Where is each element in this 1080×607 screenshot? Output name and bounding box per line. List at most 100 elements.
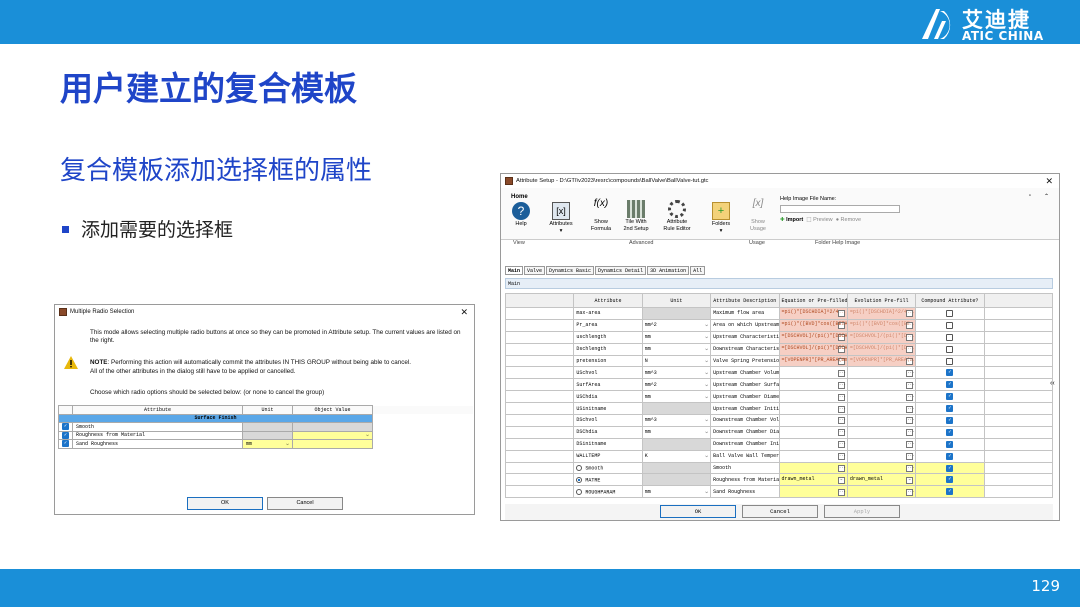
- minimize-icon[interactable]: ▫: [1029, 193, 1031, 199]
- row-equation[interactable]: ...: [778, 402, 848, 416]
- checkbox[interactable]: ✓: [58, 439, 73, 449]
- cancel-button[interactable]: Cancel: [742, 505, 818, 518]
- row-unit[interactable]: K ⌵: [641, 449, 712, 463]
- ellipsis-button[interactable]: ...: [837, 441, 846, 449]
- row-equation[interactable]: ...=[DSCHVOL]/(pi()*[DSCHDIA: [778, 342, 848, 356]
- compound-checkbox[interactable]: ✓: [946, 488, 954, 496]
- ok-button[interactable]: OK: [187, 497, 263, 510]
- row-unit[interactable]: mm^2 ⌵: [641, 318, 712, 332]
- row-attribute[interactable]: USchvol: [573, 366, 643, 380]
- compound-checkbox[interactable]: [946, 357, 954, 365]
- ellipsis-button[interactable]: ...: [837, 488, 846, 496]
- ellipsis-button[interactable]: ...: [906, 417, 914, 425]
- compound-checkbox[interactable]: ✓: [946, 464, 954, 472]
- tab-dynamics-basic[interactable]: Dynamics Basic: [546, 266, 595, 275]
- checkbox[interactable]: ✓: [58, 430, 73, 440]
- row-compound[interactable]: [915, 354, 985, 368]
- row-evolution[interactable]: ... =pi()*[DSCHDIA]^2/4: [846, 307, 917, 320]
- ellipsis-button[interactable]: ...: [837, 465, 846, 473]
- row-evolution[interactable]: ⌵ drawn_metal: [846, 473, 917, 487]
- ellipsis-button[interactable]: ...: [837, 453, 846, 461]
- close-icon[interactable]: ✕: [1045, 174, 1053, 188]
- row-evolution[interactable]: ...: [846, 449, 917, 463]
- row-compound[interactable]: ✓: [915, 414, 985, 427]
- rule-editor-button[interactable]: Attribute Rule Editor: [657, 200, 697, 233]
- row-unit[interactable]: mm ⌵: [641, 342, 712, 356]
- compound-checkbox[interactable]: [946, 321, 954, 329]
- row-attribute[interactable]: USinitname: [573, 402, 643, 416]
- row-attribute[interactable]: pretension: [573, 354, 643, 368]
- row-compound[interactable]: ✓: [915, 390, 985, 404]
- row-attribute[interactable]: DSinitname: [573, 437, 643, 451]
- remove-button[interactable]: Remove: [841, 217, 861, 223]
- row-equation[interactable]: ...: [778, 461, 848, 475]
- import-button[interactable]: Import: [786, 217, 803, 223]
- row-compound[interactable]: ✓: [915, 378, 985, 392]
- row-attribute[interactable]: ROUGHPARAM: [573, 485, 643, 499]
- row-evolution[interactable]: ...: [846, 437, 917, 451]
- ellipsis-button[interactable]: ...: [906, 334, 914, 342]
- row-compound[interactable]: ✓: [915, 485, 985, 499]
- tab-main[interactable]: Main: [505, 266, 524, 275]
- show-usage-button[interactable]: [x] Show Usage: [745, 199, 771, 233]
- row-evolution[interactable]: ...: [846, 414, 917, 427]
- row-equation[interactable]: ...: [778, 485, 848, 499]
- row-attribute[interactable]: USChdia: [573, 390, 643, 404]
- row-evolution[interactable]: ...: [846, 425, 917, 439]
- row-value[interactable]: [292, 439, 373, 449]
- row-evolution[interactable]: ...: [846, 402, 917, 416]
- ellipsis-button[interactable]: ...: [906, 488, 914, 496]
- row-equation[interactable]: ...=[VOPENPR]*[PR_AREA(mm^2)]/10: [778, 354, 848, 368]
- compound-checkbox[interactable]: ✓: [946, 416, 954, 424]
- row-equation[interactable]: ...: [778, 425, 848, 439]
- row-unit[interactable]: mm ⌵: [641, 425, 712, 439]
- row-attribute[interactable]: WALLTEMP: [573, 449, 643, 463]
- row-unit[interactable]: mm ⌵: [641, 330, 712, 344]
- collapse-ribbon-icon[interactable]: ⌃: [1044, 193, 1049, 200]
- compound-checkbox[interactable]: [946, 345, 954, 353]
- cancel-button[interactable]: Cancel: [267, 497, 343, 510]
- row-evolution[interactable]: ... =[VOPENPR]*[PR_AREA(m: [846, 354, 917, 368]
- row-evolution[interactable]: ...: [846, 378, 917, 392]
- tab-valve[interactable]: Valve: [524, 266, 546, 275]
- row-compound[interactable]: ✓: [915, 449, 985, 463]
- row-compound[interactable]: ✓: [915, 437, 985, 451]
- row-unit[interactable]: N ⌵: [641, 354, 712, 368]
- compound-checkbox[interactable]: [946, 333, 954, 341]
- row-equation[interactable]: ...: [778, 449, 848, 463]
- collapse-panel-icon[interactable]: ‹‹: [1050, 380, 1055, 387]
- close-icon[interactable]: ✕: [460, 305, 468, 319]
- folders-button[interactable]: + Folders ▾: [707, 202, 735, 235]
- compound-checkbox[interactable]: ✓: [946, 428, 954, 436]
- row-equation[interactable]: ⌵ drawn_metal: [778, 473, 848, 487]
- row-attribute[interactable]: SurfArea: [573, 378, 643, 392]
- ellipsis-button[interactable]: ...: [837, 429, 846, 437]
- row-equation[interactable]: ...=pi()*([BVD]*cos([BETA]))^: [778, 318, 848, 332]
- ellipsis-button[interactable]: ...: [906, 381, 914, 389]
- row-attribute[interactable]: Dschlength: [573, 342, 643, 356]
- chevron-down-icon[interactable]: ⌵: [906, 476, 914, 484]
- ellipsis-button[interactable]: ...: [906, 405, 914, 413]
- row-evolution[interactable]: ...: [846, 485, 917, 499]
- row-unit[interactable]: mm ⌵: [641, 390, 712, 404]
- compound-checkbox[interactable]: ✓: [946, 405, 954, 413]
- row-attribute[interactable]: DSChdia: [573, 425, 643, 439]
- tab-home[interactable]: Home: [511, 194, 528, 200]
- ellipsis-button[interactable]: ...: [837, 369, 846, 377]
- apply-button[interactable]: Apply: [824, 505, 900, 518]
- ellipsis-button[interactable]: ...: [906, 346, 914, 354]
- row-attribute[interactable]: DSchvol: [573, 414, 643, 427]
- ellipsis-button[interactable]: ...: [837, 405, 846, 413]
- preview-button[interactable]: Preview: [813, 217, 833, 223]
- row-compound[interactable]: ✓: [915, 402, 985, 416]
- row-evolution[interactable]: ...: [846, 390, 917, 404]
- ellipsis-button[interactable]: ...: [906, 441, 914, 449]
- help-image-input[interactable]: [780, 205, 900, 213]
- tab-3d-animation[interactable]: 3D Animation: [647, 266, 690, 275]
- row-evolution[interactable]: ... =pi()*([BVD]*cos([BE: [846, 318, 917, 332]
- row-attribute[interactable]: uschlength: [573, 330, 643, 344]
- row-compound[interactable]: [915, 330, 985, 344]
- row-compound[interactable]: ✓: [915, 473, 985, 487]
- tab-all[interactable]: All: [690, 266, 706, 275]
- compound-checkbox[interactable]: ✓: [946, 452, 954, 460]
